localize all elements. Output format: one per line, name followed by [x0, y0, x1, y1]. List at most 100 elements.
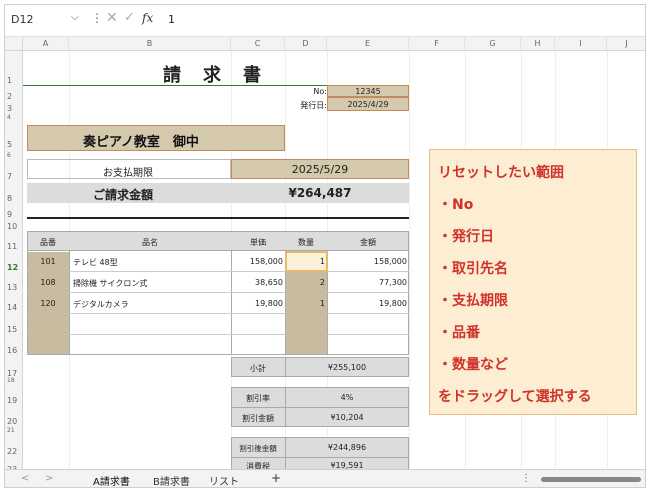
- row-header[interactable]: 5: [5, 140, 23, 149]
- callout-line: ・No: [438, 197, 474, 213]
- column-header-i[interactable]: I: [555, 37, 607, 51]
- row-header[interactable]: 1: [5, 76, 23, 85]
- item-code: 108: [40, 278, 56, 287]
- enter-check-icon[interactable]: ✓: [124, 10, 135, 25]
- callout-line: ・発行日: [438, 229, 494, 245]
- row-header[interactable]: 6: [5, 152, 23, 159]
- worksheet: A B C D E F G H I J 1 2 3 4 5 6 7 8 9 10…: [5, 37, 645, 469]
- discount-amount-value: ¥10,204: [330, 413, 364, 422]
- row-header[interactable]: 22: [5, 447, 23, 456]
- issue-date-label: 発行日:: [300, 101, 327, 110]
- amount-value: ¥264,487: [288, 186, 352, 200]
- row-header[interactable]: 8: [5, 194, 23, 203]
- row-header[interactable]: 9: [5, 210, 23, 219]
- invoice-title: 請 求 書: [163, 65, 263, 86]
- item-price: 19,800: [255, 299, 283, 308]
- discount-rate-label: 割引率: [246, 394, 270, 403]
- column-header-e[interactable]: E: [327, 37, 409, 51]
- item-qty: 2: [319, 278, 325, 287]
- row-header[interactable]: 4: [5, 114, 23, 121]
- due-date-value: 2025/5/29: [291, 163, 349, 176]
- header-total: 金額: [360, 238, 376, 247]
- header-code: 品番: [40, 238, 56, 247]
- sheet-tab-bar: < > A請求書 B請求書 リスト + ⋮: [5, 469, 645, 487]
- callout-line: をドラッグして選択する: [438, 389, 592, 405]
- after-discount-label: 割引後金額: [239, 444, 277, 453]
- chevron-down-icon[interactable]: ⌵: [71, 12, 79, 23]
- row-header[interactable]: 16: [5, 346, 23, 355]
- item-qty: 1: [319, 257, 325, 266]
- discount-amount-label: 割引金額: [242, 414, 274, 423]
- row-header[interactable]: 20: [5, 417, 23, 426]
- name-box[interactable]: D12: [11, 13, 33, 26]
- column-header-a[interactable]: A: [23, 37, 69, 51]
- column-headers: A B C D E F G H I J: [23, 37, 645, 51]
- tab-b-invoice[interactable]: B請求書: [153, 473, 190, 487]
- column-header-g[interactable]: G: [465, 37, 521, 51]
- column-header-j[interactable]: J: [607, 37, 645, 51]
- item-total: 77,300: [379, 278, 407, 287]
- column-header-f[interactable]: F: [409, 37, 465, 51]
- cancel-icon[interactable]: ✕: [106, 10, 118, 26]
- add-sheet-button[interactable]: +: [271, 471, 281, 485]
- row-header[interactable]: 21: [5, 427, 23, 434]
- row-header[interactable]: 15: [5, 325, 23, 334]
- row-header[interactable]: 3: [5, 104, 23, 113]
- more-icon[interactable]: ⋮: [521, 473, 531, 484]
- amount-label: ご請求金額: [93, 188, 154, 202]
- column-header-c[interactable]: C: [231, 37, 285, 51]
- item-name: デジタルカメラ: [73, 300, 129, 309]
- prev-sheet-button[interactable]: <: [21, 473, 29, 484]
- row-header[interactable]: 11: [5, 242, 23, 251]
- formula-input[interactable]: 1: [168, 13, 175, 26]
- excel-window: D12 ⌵ ⋮ ✕ ✓ fx 1 A B C D E F G H I J 1 2…: [4, 4, 646, 488]
- tax-value: ¥19,591: [330, 461, 364, 469]
- tab-a-invoice[interactable]: A請求書: [93, 473, 130, 487]
- more-options-icon[interactable]: ⋮: [91, 11, 103, 25]
- subtotal-value: ¥255,100: [327, 363, 367, 372]
- header-name: 品名: [142, 238, 158, 247]
- row-header[interactable]: 2: [5, 92, 23, 101]
- row-header[interactable]: 19: [5, 396, 23, 405]
- discount-rate-value: 4%: [340, 393, 354, 402]
- column-header-d[interactable]: D: [285, 37, 327, 51]
- row-header[interactable]: 13: [5, 283, 23, 292]
- no-value: 12345: [355, 87, 381, 96]
- callout-line: リセットしたい範囲: [438, 165, 564, 181]
- no-label: No:: [313, 87, 327, 96]
- next-sheet-button[interactable]: >: [45, 473, 53, 484]
- horizontal-scrollbar[interactable]: [541, 477, 641, 482]
- item-price: 38,650: [255, 278, 283, 287]
- row-header-active[interactable]: 12: [5, 263, 23, 272]
- header-price: 単価: [250, 238, 266, 247]
- item-qty: 1: [319, 299, 325, 308]
- tax-label: 消費税: [246, 462, 270, 469]
- item-name: テレビ 48型: [73, 258, 118, 267]
- issue-date-value: 2025/4/29: [347, 100, 389, 109]
- insert-function-icon[interactable]: fx: [142, 11, 153, 25]
- item-code: 120: [40, 299, 56, 308]
- item-total: 158,000: [373, 257, 407, 266]
- callout-line: ・品番: [438, 325, 480, 341]
- row-header[interactable]: 10: [5, 222, 23, 231]
- item-price: 158,000: [249, 257, 283, 266]
- callout-line: ・数量など: [438, 357, 508, 373]
- row-header[interactable]: 14: [5, 303, 23, 312]
- callout-line: ・支払期限: [438, 293, 508, 309]
- item-total: 19,800: [379, 299, 407, 308]
- tab-list[interactable]: リスト: [209, 473, 239, 487]
- instruction-callout: リセットしたい範囲 ・No ・発行日 ・取引先名 ・支払期限 ・品番 ・数量など…: [429, 149, 637, 415]
- customer-name: 奏ピアノ教室 御中: [83, 135, 199, 150]
- item-code: 101: [40, 257, 56, 266]
- header-qty: 数量: [298, 238, 314, 247]
- row-header[interactable]: 18: [5, 377, 23, 384]
- row-headers: 1 2 3 4 5 6 7 8 9 10 11 12 13 14 15 16 1…: [5, 51, 23, 469]
- column-header-b[interactable]: B: [69, 37, 231, 51]
- row-header[interactable]: 7: [5, 172, 23, 181]
- formula-bar: D12 ⌵ ⋮ ✕ ✓ fx 1: [5, 5, 645, 37]
- select-all-corner[interactable]: [5, 37, 23, 51]
- column-header-h[interactable]: H: [521, 37, 555, 51]
- subtotal-label: 小計: [250, 364, 266, 373]
- after-discount-value: ¥244,896: [327, 443, 367, 452]
- item-name: 掃除機 サイクロン式: [73, 279, 148, 288]
